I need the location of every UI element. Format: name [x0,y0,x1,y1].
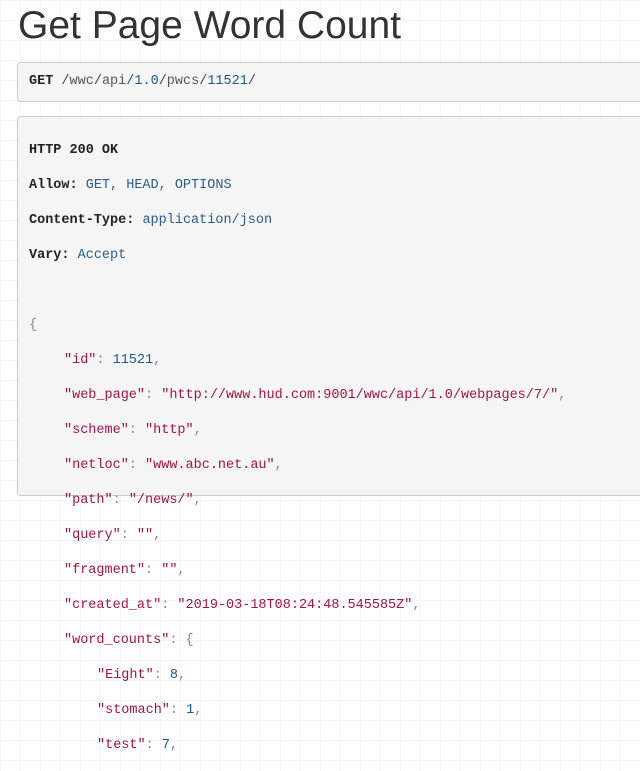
status-line: HTTP 200 OK [29,143,119,158]
header-name: Allow: [29,178,78,193]
json-field-netloc: "netloc": "www.abc.net.au", [64,458,283,473]
header-value: Accept [77,248,127,263]
path-segment: api [101,74,127,89]
json-field-id: "id": 11521, [64,353,162,368]
json-field-scheme: "scheme": "http", [64,423,202,438]
json-field-query: "query": "", [64,528,162,543]
json-field-web-page: "web_page": "http://www.hud.com:9001/wwc… [64,388,567,403]
json-field-fragment: "fragment": "", [64,563,186,578]
request-line: GET /wwc/api/1.0/pwcs/11521/ [17,62,640,102]
http-method: GET [29,74,54,89]
response-header: Vary: Accept [29,246,640,266]
word-count-entry: "stomach": 1, [97,703,203,718]
response-header: Allow: GET, HEAD, OPTIONS [29,176,640,196]
json-field-created-at: "created_at": "2019-03-18T08:24:48.54558… [64,598,421,613]
page-title: Get Page Word Count [18,4,401,47]
header-value: GET, HEAD, OPTIONS [85,178,232,193]
header-value: application/json [142,213,273,228]
json-field-path: "path": "/news/", [64,493,202,508]
path-segment: 1.0 [134,74,159,89]
word-count-entry: "Eight": 8, [97,668,187,683]
response-header: Content-Type: application/json [29,211,640,231]
path-segment: 11521 [207,74,248,89]
response-panel: HTTP 200 OK Allow: GET, HEAD, OPTIONS Co… [17,116,640,753]
path-segment: pwcs [166,74,200,89]
json-open-brace: { [29,318,38,333]
header-name: Vary: [29,248,70,263]
word-count-entry: "test": 7, [97,738,179,753]
path-segment: wwc [69,74,94,89]
json-field-word-counts: "word_counts": { [64,633,194,648]
header-name: Content-Type: [29,213,135,228]
